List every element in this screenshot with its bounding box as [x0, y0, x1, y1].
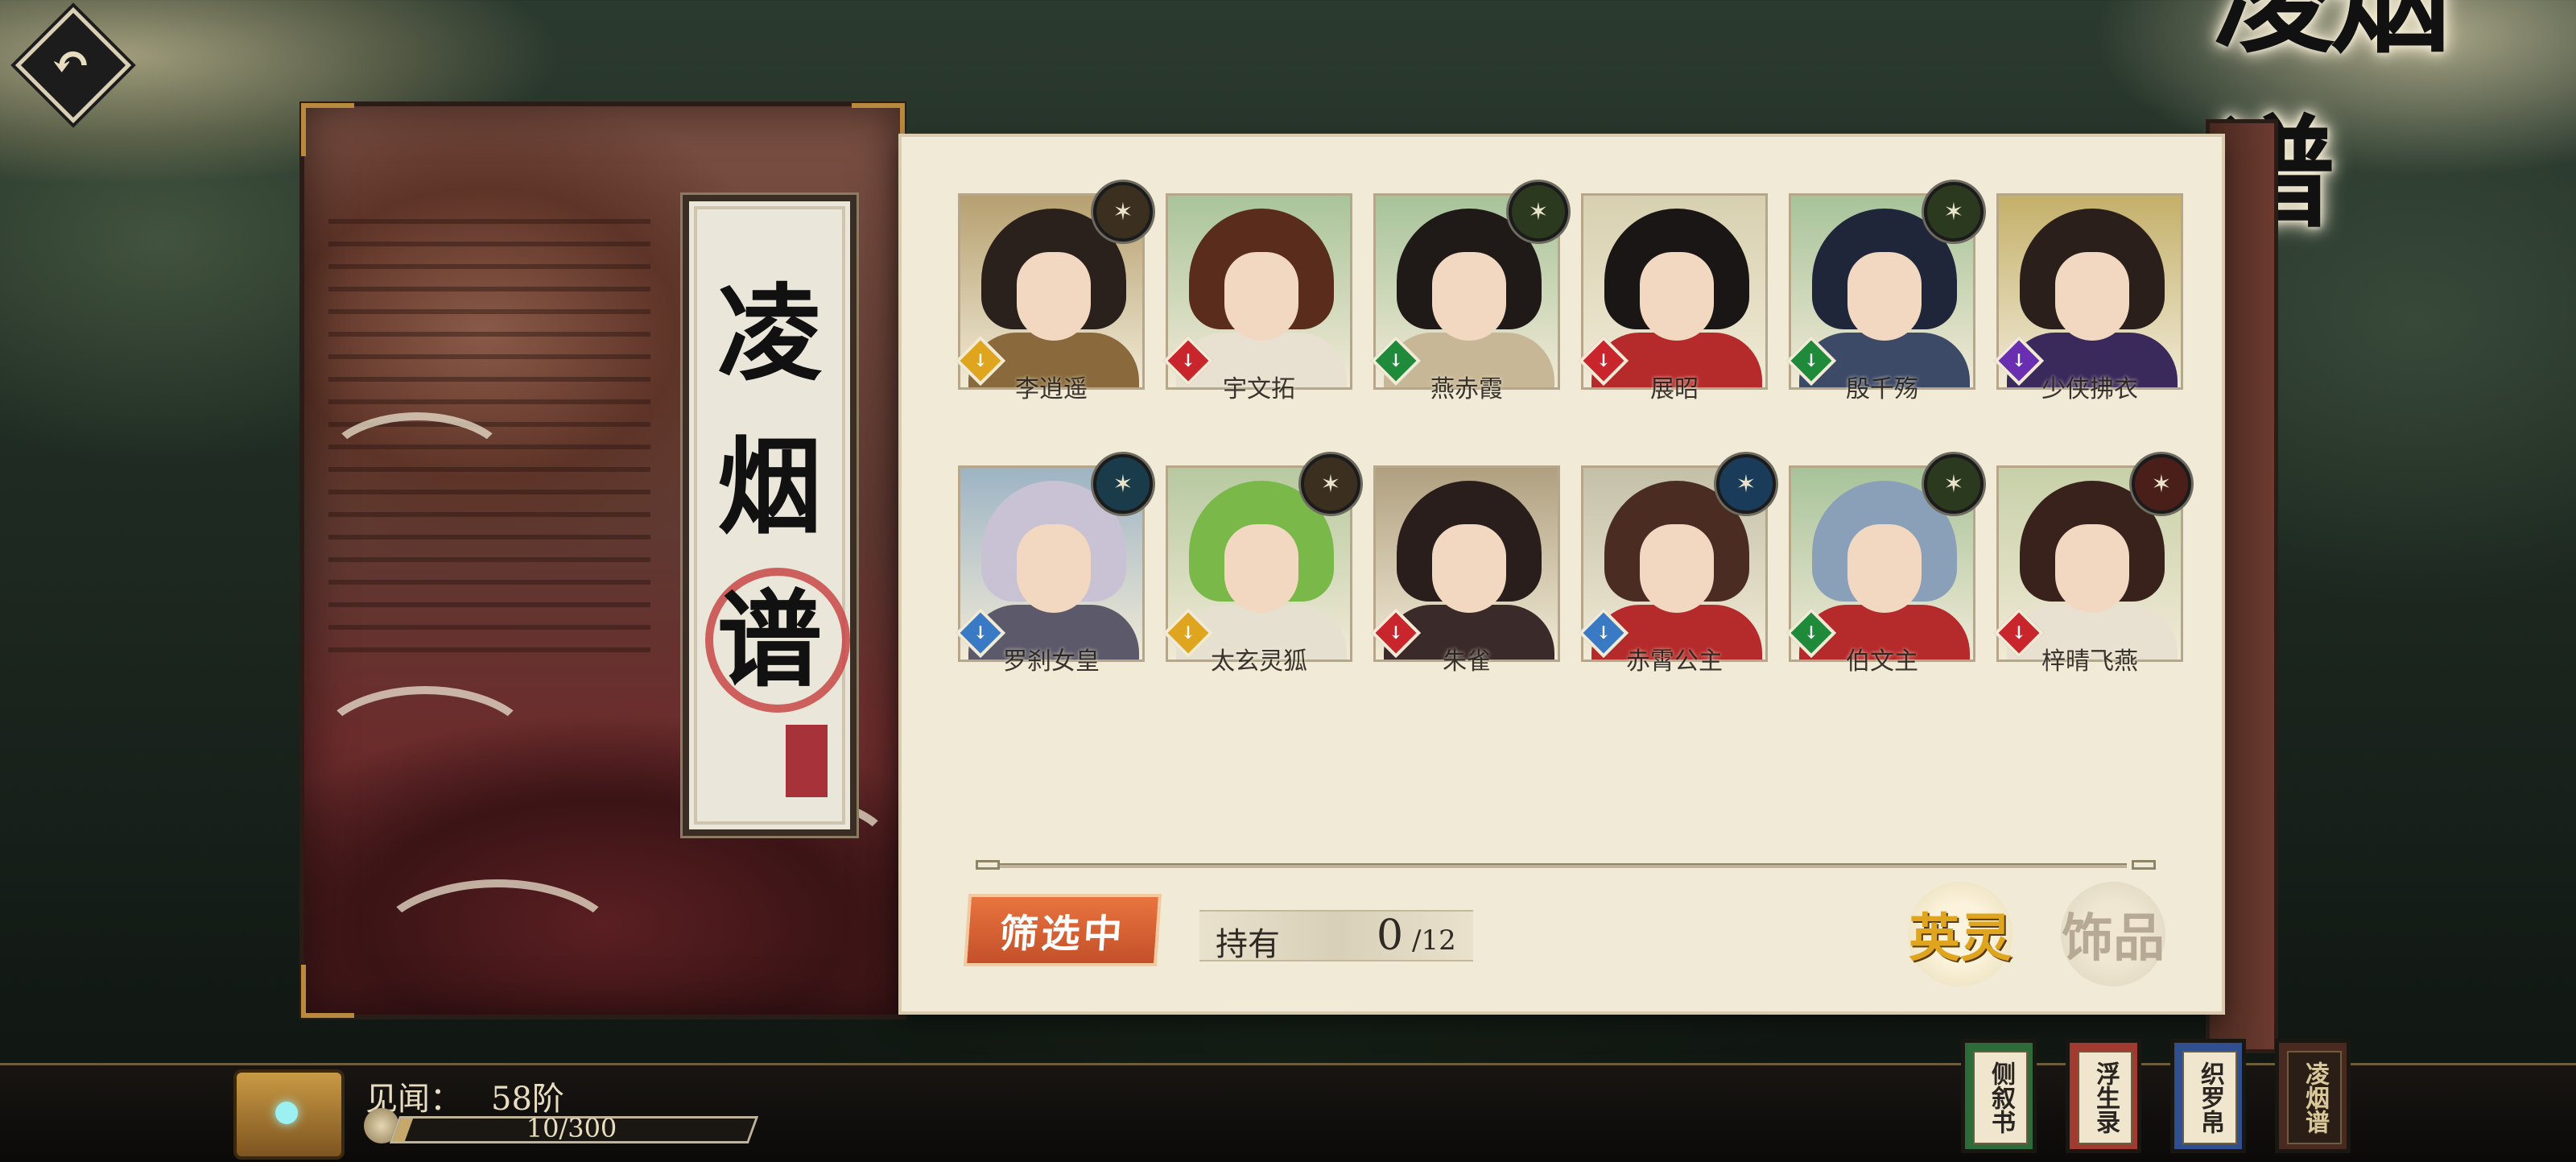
divider-line: [1000, 863, 2127, 868]
character-name: 伯文主: [1846, 647, 1918, 676]
portrait-face: [1847, 252, 1922, 341]
back-arrow-icon: ↶: [50, 35, 92, 91]
owned-total: /12: [1412, 924, 1456, 957]
character-card[interactable]: ↓ 展昭: [1578, 193, 1768, 404]
character-name: 朱雀: [1443, 647, 1491, 676]
tab-label: 侧叙书: [1973, 1051, 2028, 1144]
book-title-char-2: 烟: [716, 425, 822, 548]
cloud-swirl: [320, 412, 514, 525]
red-stamp: [786, 725, 828, 797]
book-cover-panel: 凌 烟 谱: [299, 101, 906, 1019]
tab-floating-life[interactable]: 浮生录: [2066, 1039, 2141, 1153]
portrait-face: [1432, 252, 1506, 341]
tab-woven-silk[interactable]: 织罗帛: [2170, 1039, 2246, 1153]
character-card[interactable]: ✶ ↓ 太玄灵狐: [1162, 454, 1360, 676]
category-heroes-button[interactable]: 英灵: [1908, 882, 2013, 986]
book-title-plaque: 凌 烟 谱: [683, 195, 857, 836]
tab-side-story[interactable]: 侧叙书: [1961, 1039, 2037, 1153]
character-name: 罗刹女皇: [1003, 647, 1100, 676]
character-card[interactable]: ↓ 少侠拂衣: [1993, 193, 2183, 404]
character-name: 李逍遥: [1015, 375, 1088, 403]
corner-ornament: [301, 965, 354, 1018]
portrait-face: [1640, 524, 1714, 613]
character-card[interactable]: ↓ 宇文拓: [1162, 193, 1352, 404]
portrait-face: [1017, 252, 1091, 341]
portrait-face: [1224, 252, 1298, 341]
section-divider: [976, 860, 2156, 870]
character-name: 少侠拂衣: [2041, 375, 2138, 403]
character-name: 赤霄公主: [1626, 647, 1723, 676]
character-name: 燕赤霞: [1430, 375, 1503, 403]
character-name: 宇文拓: [1223, 375, 1295, 403]
character-card[interactable]: ✶ ↓ 李逍遥: [955, 182, 1153, 404]
corner-ornament: [301, 103, 354, 156]
faction-emblem-icon: ✶: [1924, 454, 1984, 514]
chest-gem: [275, 1102, 298, 1124]
character-card[interactable]: ✶ ↓ 燕赤霞: [1370, 182, 1568, 404]
faction-emblem-icon: ✶: [1924, 182, 1984, 242]
divider-cap: [976, 860, 1000, 870]
faction-emblem-icon: ✶: [1301, 454, 1360, 514]
owned-count: 0: [1377, 912, 1404, 960]
character-name: 梓晴飞燕: [2041, 647, 2138, 676]
book-title-char-1: 凌: [716, 272, 822, 395]
category-accessories-button[interactable]: 饰品: [2061, 882, 2165, 986]
experience-progress-text: 10/300: [526, 1113, 617, 1143]
portrait-face: [1224, 524, 1298, 613]
faction-emblem-icon: ✶: [1509, 182, 1568, 242]
cloud-swirl: [312, 686, 538, 815]
faction-emblem-icon: ✶: [2132, 454, 2191, 514]
character-card[interactable]: ✶ ↓ 伯文主: [1785, 454, 1984, 676]
owned-counter: 持有 0 /12: [1199, 910, 1473, 963]
character-card[interactable]: ✶ ↓ 殷千殇: [1785, 182, 1984, 404]
divider-cap: [2132, 860, 2156, 870]
character-card[interactable]: ✶ ↓ 梓晴飞燕: [1993, 454, 2191, 676]
character-card[interactable]: ↓ 朱雀: [1370, 465, 1560, 676]
tab-label: 凌烟谱: [2287, 1051, 2342, 1144]
book-title-char-3: 谱: [716, 578, 822, 701]
portrait-face: [1017, 524, 1091, 613]
cloud-swirl: [369, 879, 626, 1024]
tab-lingyan[interactable]: 凌烟谱: [2275, 1039, 2351, 1153]
character-name: 展昭: [1650, 375, 1699, 403]
treasure-chest-icon[interactable]: [233, 1069, 345, 1160]
portrait-face: [1432, 524, 1506, 613]
faction-emblem-icon: ✶: [1716, 454, 1776, 514]
corner-ornament: [852, 103, 905, 156]
owned-label: 持有: [1216, 926, 1280, 963]
back-button[interactable]: ↶: [14, 6, 132, 124]
tab-label: 织罗帛: [2182, 1051, 2237, 1144]
roster-panel: ✶ ↓ 李逍遥 ↓ 宇文拓 ✶ ↓ 燕赤霞 ↓ 展昭 ✶ ↓ 殷千殇 ↓ 少侠拂衣 ✶ ↓ 罗刹女皇 ✶ ↓ 太玄灵狐 ↓…: [902, 137, 2222, 1011]
faction-emblem-icon: ✶: [1093, 454, 1153, 514]
portrait-face: [2055, 252, 2129, 341]
filter-button[interactable]: 筛选中: [963, 894, 1162, 966]
character-card[interactable]: ✶ ↓ 罗刹女皇: [955, 454, 1153, 676]
character-name: 殷千殇: [1846, 375, 1918, 403]
character-card[interactable]: ✶ ↓ 赤霄公主: [1578, 454, 1776, 676]
portrait-face: [1847, 524, 1922, 613]
character-name: 太玄灵狐: [1211, 647, 1307, 676]
faction-emblem-icon: ✶: [1093, 182, 1153, 242]
tab-label: 浮生录: [2078, 1051, 2132, 1144]
portrait-face: [2055, 524, 2129, 613]
portrait-face: [1640, 252, 1714, 341]
